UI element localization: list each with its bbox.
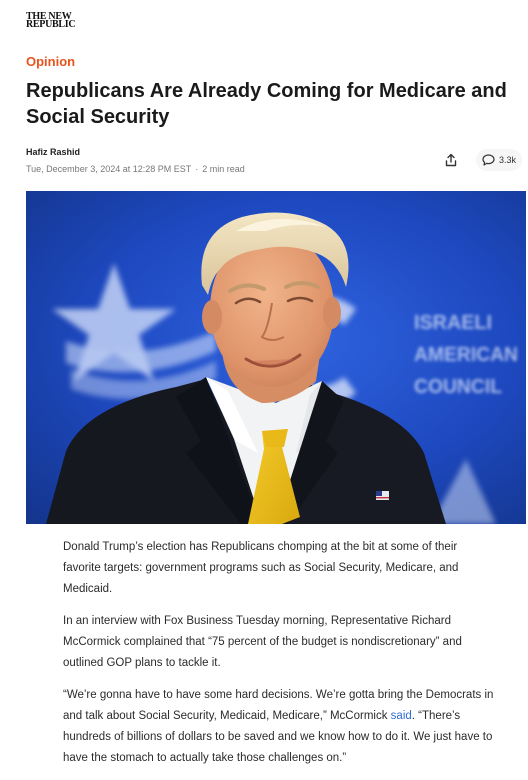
hero-image: ISRAELI AMERICAN COUNCIL (26, 191, 526, 524)
meta-separator: · (195, 164, 199, 174)
author-name[interactable]: Hafiz Rashid (26, 147, 80, 157)
site-logo[interactable]: THE NEW REPUBLIC (26, 12, 90, 30)
sign-text-line-3: COUNCIL (414, 376, 502, 398)
share-button[interactable] (438, 149, 464, 171)
article-meta: Tue, December 3, 2024 at 12:28 PM EST · 2 … (26, 164, 245, 174)
sign-text-line-1: ISRAELI (414, 312, 492, 334)
comment-icon (482, 154, 495, 166)
article-title: Republicans Are Already Coming for Medic… (26, 80, 507, 128)
paragraph-2: In an interview with Fox Business Tuesda… (63, 615, 462, 669)
logo-line-2: REPUBLIC (26, 19, 76, 30)
sign-text-line-2: AMERICAN (414, 344, 518, 366)
publish-date: Tue, December 3, 2024 at 12:28 PM EST (26, 164, 192, 174)
section-label[interactable]: Opinion (26, 54, 75, 69)
paragraph-1: Donald Trump’s election has Republicans … (63, 541, 459, 595)
said-link[interactable]: said (391, 710, 412, 722)
read-time: 2 min read (202, 164, 245, 174)
comments-button[interactable]: 3.3k (476, 149, 522, 171)
article-body: Donald Trump’s election has Republicans … (63, 537, 495, 780)
share-icon (445, 153, 457, 167)
paragraph-3: “We’re gonna have to have some hard deci… (63, 685, 495, 769)
comment-count: 3.3k (498, 155, 516, 165)
